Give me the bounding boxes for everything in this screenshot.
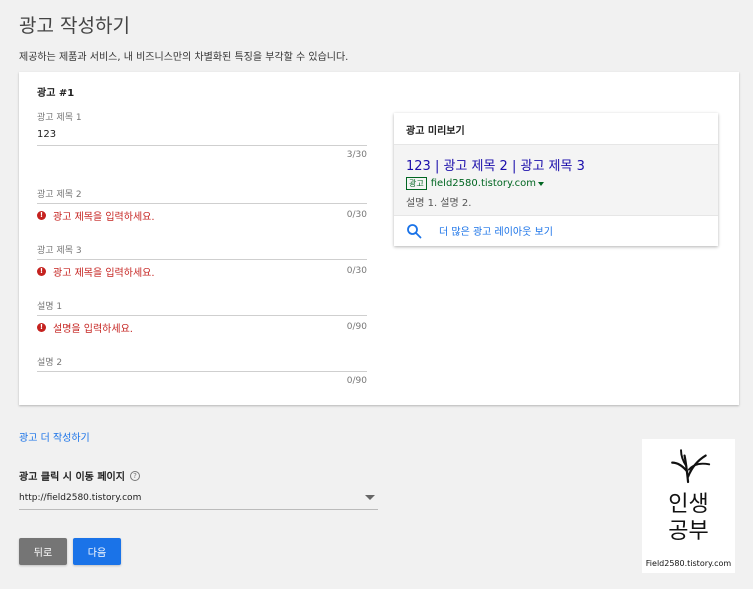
ad-preview-title: 광고 미리보기: [406, 126, 465, 137]
headline-3-counter: 0/30: [346, 266, 367, 276]
description-1-field[interactable]: 설명 1 ! 설명을 입력하세요. 0/90: [37, 299, 367, 335]
watermark-caption: Field2580.tistory.com: [645, 559, 732, 568]
description-2-label: 설명 2: [37, 358, 63, 368]
error-icon: !: [37, 266, 46, 276]
headline-3-error-text: 광고 제목을 입력하세요.: [53, 267, 155, 279]
error-icon: !: [37, 322, 46, 332]
ad-preview-description: 설명 1. 설명 2.: [406, 198, 472, 209]
ad-preview-headline: 123 | 광고 제목 2 | 광고 제목 3: [406, 159, 585, 174]
dropdown-caret-icon: [365, 495, 375, 500]
headline-1-field[interactable]: 광고 제목 1 123 3/30: [37, 110, 367, 160]
more-layouts-link[interactable]: 더 많은 광고 레이아웃 보기: [394, 216, 718, 245]
headline-2-label: 광고 제목 2: [37, 190, 82, 200]
headline-3-error: ! 광고 제목을 입력하세요. 0/30: [37, 264, 367, 279]
final-url-label: 광고 클릭 시 이동 페이지: [19, 472, 125, 483]
headline-2-counter: 0/30: [346, 210, 367, 220]
headline-1-input[interactable]: 123: [37, 129, 367, 141]
more-layouts-label: 더 많은 광고 레이아웃 보기: [439, 227, 553, 238]
headline-1-counter: 3/30: [346, 150, 367, 160]
ad-card-title: 광고 #1: [37, 88, 75, 99]
error-icon: !: [37, 210, 46, 220]
description-1-error: ! 설명을 입력하세요. 0/90: [37, 320, 367, 335]
next-button[interactable]: 다음: [73, 538, 121, 565]
headline-2-error: ! 광고 제목을 입력하세요. 0/30: [37, 208, 367, 223]
description-1-label: 설명 1: [37, 302, 63, 312]
description-2-field[interactable]: 설명 2 0/90: [37, 355, 367, 386]
watermark-logo: 인생 공부 Field2580.tistory.com: [642, 439, 735, 573]
page-subtitle: 제공하는 제품과 서비스, 내 비즈니스만의 차별화된 특징을 부각할 수 있습…: [19, 52, 349, 63]
description-2-underline: [37, 371, 367, 372]
ad-badge: 광고: [406, 177, 427, 190]
description-1-counter: 0/90: [346, 322, 367, 332]
back-button[interactable]: 뒤로: [19, 538, 67, 565]
page-title: 광고 작성하기: [19, 15, 130, 37]
headline-2-underline: [37, 203, 367, 204]
search-icon: [407, 223, 422, 238]
caret-down-icon: [538, 182, 545, 186]
description-1-error-text: 설명을 입력하세요.: [53, 323, 133, 335]
ad-preview-body: 123 | 광고 제목 2 | 광고 제목 3 광고 field2580.tis…: [394, 144, 718, 216]
watermark-line-2: 공부: [668, 519, 709, 544]
headline-3-underline: [37, 259, 367, 260]
headline-1-underline: [37, 145, 367, 146]
headline-1-label: 광고 제목 1: [37, 113, 82, 123]
description-1-underline: [37, 315, 367, 316]
headline-3-label: 광고 제목 3: [37, 246, 82, 256]
write-more-ads-link[interactable]: 광고 더 작성하기: [19, 429, 90, 444]
ad-editor-card: 광고 #1 광고 제목 1 123 3/30 광고 제목 2 ! 광고 제목을 …: [19, 72, 739, 405]
leaf-logo-icon: [671, 449, 711, 484]
description-2-counter: 0/90: [346, 376, 367, 386]
help-icon[interactable]: ?: [129, 470, 140, 481]
watermark-line-1: 인생: [668, 492, 709, 517]
final-url-select[interactable]: http://field2580.tistory.com: [19, 486, 378, 510]
final-url-label-row: 광고 클릭 시 이동 페이지 ?: [19, 468, 140, 483]
headline-2-field[interactable]: 광고 제목 2 ! 광고 제목을 입력하세요. 0/30: [37, 187, 367, 223]
headline-3-field[interactable]: 광고 제목 3 ! 광고 제목을 입력하세요. 0/30: [37, 243, 367, 279]
ad-preview-url: field2580.tistory.com: [430, 178, 537, 189]
ad-preview-panel: 광고 미리보기 123 | 광고 제목 2 | 광고 제목 3 광고 field…: [394, 113, 718, 246]
headline-2-error-text: 광고 제목을 입력하세요.: [53, 211, 155, 223]
ad-preview-url-row: 광고 field2580.tistory.com: [406, 177, 706, 190]
final-url-value: http://field2580.tistory.com: [19, 492, 142, 503]
